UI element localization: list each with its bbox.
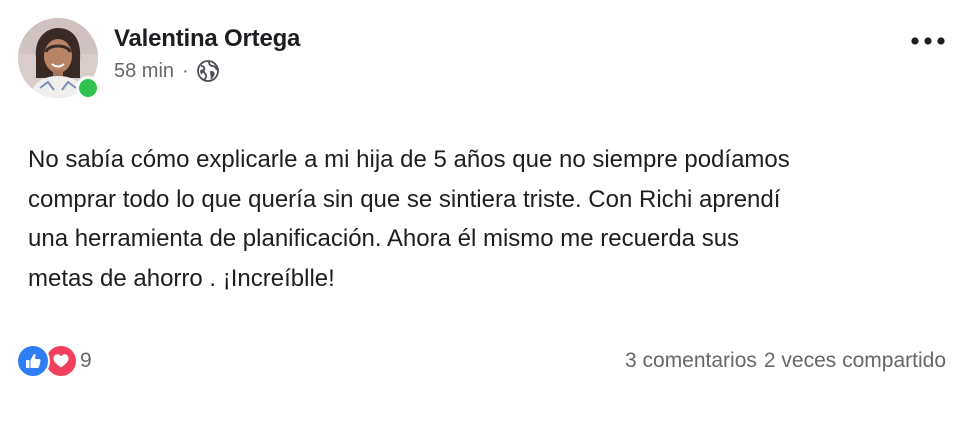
author-name[interactable]: Valentina Ortega bbox=[114, 25, 300, 53]
comments-count-link[interactable]: 3 comentarios bbox=[625, 349, 757, 373]
post-text: No sabía cómo explicarle a mi hija de 5 … bbox=[28, 146, 790, 292]
post-footer: 9 3 comentarios 2 veces compartido bbox=[16, 343, 946, 379]
post-timestamp[interactable]: 58 min bbox=[114, 60, 174, 83]
more-options-button[interactable] bbox=[908, 26, 948, 56]
globe-icon[interactable] bbox=[196, 59, 220, 83]
post-meta: 58 min · bbox=[114, 58, 220, 84]
reactions-summary[interactable]: 9 bbox=[16, 343, 92, 379]
engagement-stats: 3 comentarios 2 veces compartido bbox=[625, 343, 946, 379]
reaction-count[interactable]: 9 bbox=[80, 349, 92, 373]
like-icon bbox=[16, 344, 50, 378]
more-options-icon bbox=[911, 37, 945, 45]
avatar-wrap[interactable] bbox=[18, 18, 100, 100]
online-status-dot bbox=[76, 76, 100, 100]
shares-count-link[interactable]: 2 veces compartido bbox=[764, 349, 946, 373]
post-header: Valentina Ortega 58 min · bbox=[18, 18, 948, 102]
meta-separator: · bbox=[182, 59, 189, 82]
